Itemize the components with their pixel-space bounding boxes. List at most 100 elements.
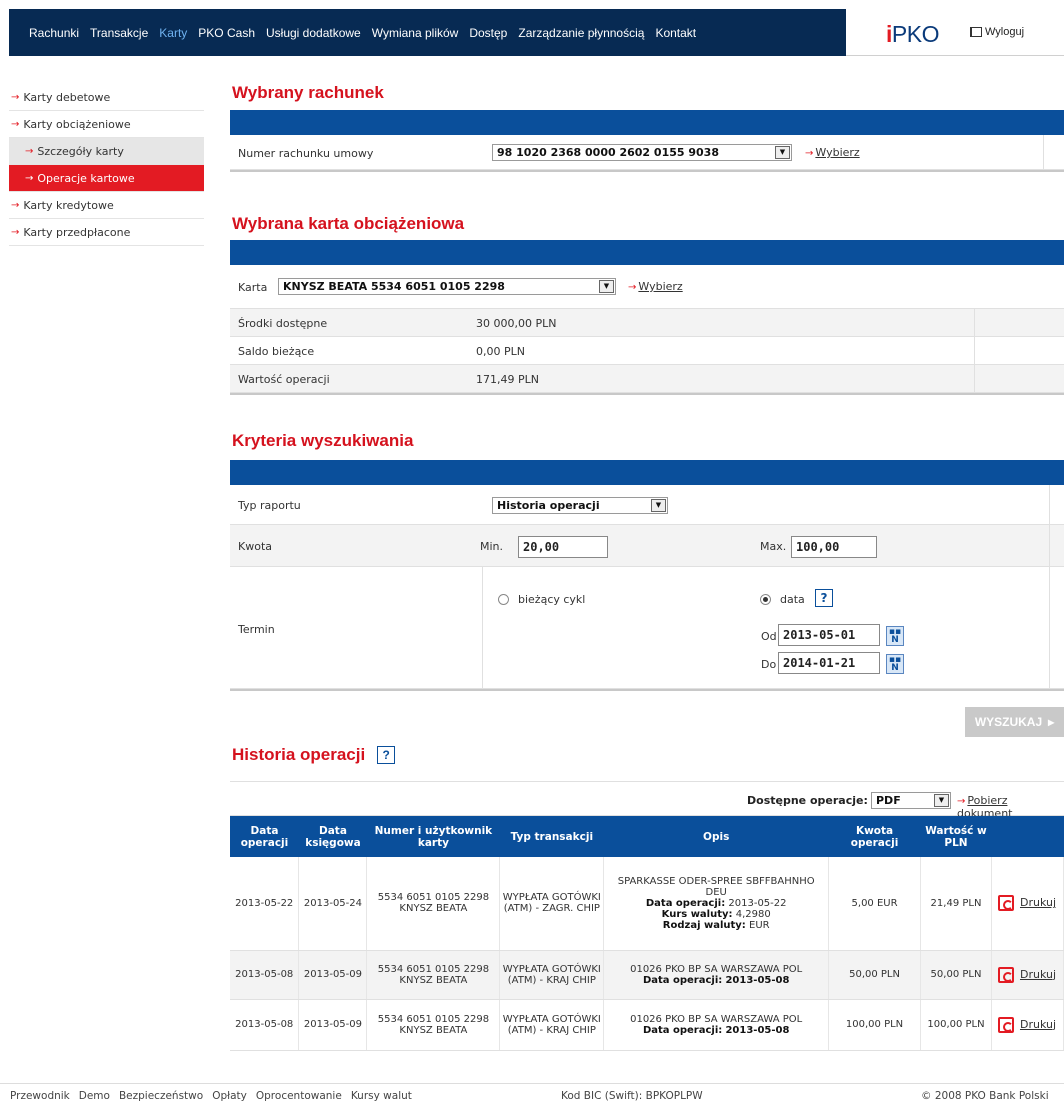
column-header: Numer i użytkownik karty	[366, 816, 500, 857]
help-icon[interactable]: ?	[377, 746, 396, 764]
to-label: Do	[761, 658, 777, 671]
account-section-title: Wybrany rachunek	[232, 83, 384, 102]
document-format-select[interactable]: PDF ▼	[871, 792, 951, 809]
report-type-row: Typ raportu Historia operacji ▼	[230, 485, 1064, 525]
divider	[1049, 567, 1050, 689]
nav-rachunki[interactable]: Rachunki	[29, 26, 79, 40]
nav-pko-cash[interactable]: PKO Cash	[198, 26, 255, 40]
amount-row: Kwota Min. 20,00 Max. 100,00	[230, 525, 1064, 567]
nav-kontakt[interactable]: Kontakt	[655, 26, 696, 40]
card-select[interactable]: KNYSZ BEATA 5534 6051 0105 2298 ▼	[278, 278, 616, 295]
available-operations-row: Dostępne operacje: PDF ▼ → Pobierz dokume…	[230, 781, 1064, 820]
nav-uslugi-dodatkowe[interactable]: Usługi dodatkowe	[266, 26, 361, 40]
account-choose-link[interactable]: → Wybierz	[805, 146, 860, 159]
divider	[1049, 485, 1050, 525]
nav-wymiana-plikow[interactable]: Wymiana plików	[372, 26, 459, 40]
card-detail-row: Saldo bieżące 0,00 PLN	[230, 337, 1064, 365]
sidebar-item-karty-przedplacone[interactable]: → Karty przedpłacone	[9, 219, 204, 246]
card-section-title: Wybrana karta obciążeniowa	[232, 214, 465, 233]
account-row: Numer rachunku umowy 98 1020 2368 0000 2…	[230, 135, 1064, 170]
logout-button[interactable]: Wyloguj	[970, 26, 1024, 38]
footer: Przewodnik Demo Bezpieczeństwo Opłaty Op…	[0, 1083, 1064, 1106]
column-header	[991, 816, 1064, 857]
nav-karty[interactable]: Karty	[159, 26, 187, 40]
date-from-input[interactable]: 2013-05-01	[778, 624, 880, 646]
main-menu: Rachunki Transakcje Karty PKO Cash Usług…	[9, 9, 707, 56]
nav-dostep[interactable]: Dostęp	[469, 26, 507, 40]
print-action[interactable]: Drukuj	[991, 950, 1064, 1000]
pdf-icon	[997, 895, 1014, 912]
search-button[interactable]: WYSZUKAJ ▸	[965, 707, 1064, 737]
help-icon[interactable]: ?	[815, 589, 833, 607]
card-choose-link[interactable]: → Wybierz	[628, 280, 683, 293]
logout-icon	[970, 27, 982, 37]
sidebar-item-karty-obciazeniowe[interactable]: → Karty obciążeniowe	[9, 111, 204, 138]
divider	[1043, 135, 1044, 170]
footer-link-przewodnik[interactable]: Przewodnik	[10, 1090, 70, 1102]
max-amount-input[interactable]: 100,00	[791, 536, 877, 558]
arrow-icon: →	[628, 282, 637, 293]
table-row: 2013-05-08 2013-05-09 5534 6051 0105 229…	[230, 950, 1064, 1000]
card-label: Karta	[238, 281, 268, 294]
date-option-label: data	[780, 593, 805, 606]
logout-label: Wyloguj	[985, 26, 1025, 38]
nav-zarzadzanie-plynnoscia[interactable]: Zarządzanie płynnością	[518, 26, 644, 40]
arrow-icon: →	[957, 796, 966, 807]
card-detail-row: Środki dostępne 30 000,00 PLN	[230, 309, 1064, 337]
arrow-right-icon: ▸	[1048, 715, 1055, 729]
section-header-bar	[230, 240, 1064, 265]
arrow-icon: →	[805, 148, 814, 159]
bic-code: Kod BIC (Swift): BPKOPLPW	[561, 1090, 703, 1102]
nav-transakcje[interactable]: Transakcje	[90, 26, 148, 40]
sidebar: → Karty debetowe → Karty obciążeniowe → Szc…	[9, 84, 204, 246]
footer-link-bezpieczenstwo[interactable]: Bezpieczeństwo	[119, 1090, 203, 1102]
column-header: Wartość w PLN	[920, 816, 992, 857]
from-label: Od	[761, 630, 777, 643]
footer-link-kursy-walut[interactable]: Kursy walut	[351, 1090, 412, 1102]
amount-label: Kwota	[238, 540, 272, 553]
chevron-down-icon: ▼	[599, 280, 614, 293]
table-row: 2013-05-08 2013-05-09 5534 6051 0105 229…	[230, 999, 1064, 1051]
divider	[230, 393, 1064, 395]
table-row: 2013-05-22 2013-05-24 5534 6051 0105 229…	[230, 857, 1064, 951]
operations-table: Data operacji Data księgowa Numer i użyt…	[230, 816, 1064, 1051]
column-header: Data księgowa	[298, 816, 367, 857]
card-detail-row: Wartość operacji 171,49 PLN	[230, 365, 1064, 393]
account-select[interactable]: 98 1020 2368 0000 2602 0155 9038 ▼	[492, 144, 792, 161]
sidebar-item-operacje-kartowe[interactable]: → Operacje kartowe	[9, 165, 204, 192]
chevron-down-icon: ▼	[651, 499, 666, 512]
date-to-input[interactable]: 2014-01-21	[778, 652, 880, 674]
calendar-icon[interactable]: ▪▪ N	[886, 654, 904, 674]
divider	[974, 309, 975, 337]
arrow-icon: →	[11, 199, 20, 211]
card-select-row: Karta KNYSZ BEATA 5534 6051 0105 2298 ▼ …	[230, 265, 1064, 309]
criteria-section-title: Kryteria wyszukiwania	[232, 431, 414, 450]
report-type-select[interactable]: Historia operacji ▼	[492, 497, 668, 514]
calendar-icon[interactable]: ▪▪ N	[886, 626, 904, 646]
date-radio[interactable]	[760, 594, 771, 605]
ipko-logo: iPKO	[886, 21, 939, 47]
divider	[1049, 525, 1050, 567]
min-amount-input[interactable]: 20,00	[518, 536, 608, 558]
copyright: © 2008 PKO Bank Polski	[921, 1090, 1049, 1102]
section-header-bar	[230, 110, 1064, 135]
min-label: Min.	[480, 540, 504, 553]
sidebar-item-karty-debetowe[interactable]: → Karty debetowe	[9, 84, 204, 111]
print-action[interactable]: Drukuj	[991, 857, 1064, 951]
arrow-icon: →	[25, 145, 34, 157]
chevron-down-icon: ▼	[934, 794, 949, 807]
footer-link-oplaty[interactable]: Opłaty	[212, 1090, 247, 1102]
divider	[230, 689, 1064, 691]
account-label: Numer rachunku umowy	[238, 147, 374, 160]
current-cycle-radio[interactable]	[498, 594, 509, 605]
history-section-title: Historia operacji	[232, 745, 366, 764]
sidebar-item-szczegoly-karty[interactable]: → Szczegóły karty	[9, 138, 204, 165]
table-header-row: Data operacji Data księgowa Numer i użyt…	[230, 816, 1064, 857]
max-label: Max.	[760, 540, 787, 553]
print-action[interactable]: Drukuj	[991, 999, 1064, 1051]
sidebar-item-karty-kredytowe[interactable]: → Karty kredytowe	[9, 192, 204, 219]
footer-link-oprocentowanie[interactable]: Oprocentowanie	[256, 1090, 342, 1102]
divider	[482, 567, 483, 689]
arrow-icon: →	[25, 172, 34, 184]
footer-link-demo[interactable]: Demo	[79, 1090, 110, 1102]
